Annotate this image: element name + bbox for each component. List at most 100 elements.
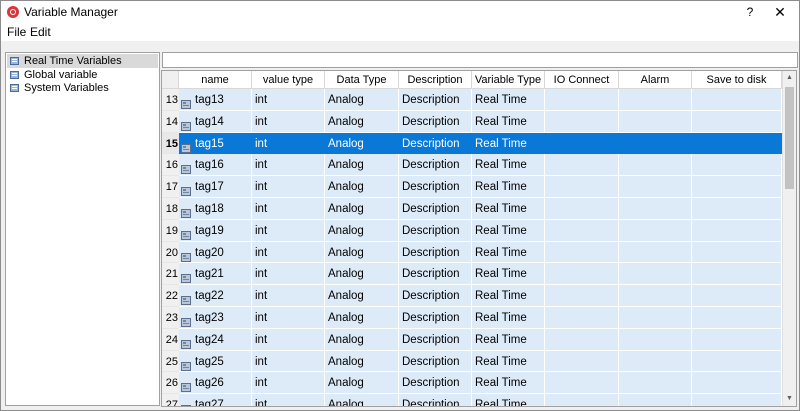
table-row[interactable]: 25 tag25 int Analog Description Real Time xyxy=(162,350,782,373)
cell-save[interactable] xyxy=(692,394,782,406)
column-header[interactable]: name xyxy=(179,71,252,89)
cell-data-type[interactable]: Analog xyxy=(325,176,399,198)
cell-data-type[interactable]: Analog xyxy=(325,263,399,286)
cell-io-connect[interactable] xyxy=(545,198,619,220)
column-header[interactable]: Save to disk xyxy=(692,71,782,89)
column-header[interactable]: value type xyxy=(252,71,325,89)
cell-alarm[interactable] xyxy=(619,241,692,264)
cell-value-type[interactable]: int xyxy=(252,285,325,307)
title-bar[interactable]: Variable Manager ? ✕ xyxy=(1,1,799,23)
cell-name[interactable]: tag19 xyxy=(179,219,252,242)
cell-description[interactable]: Description xyxy=(399,285,472,307)
cell-value-type[interactable]: int xyxy=(252,110,325,133)
row-number[interactable]: 16 xyxy=(162,154,179,177)
row-number[interactable]: 22 xyxy=(162,285,179,307)
cell-io-connect[interactable] xyxy=(545,176,619,198)
tree-item[interactable]: Real Time Variables xyxy=(7,54,158,68)
cell-name[interactable]: tag21 xyxy=(179,263,252,286)
cell-save[interactable] xyxy=(692,110,782,133)
cell-value-type[interactable]: int xyxy=(252,394,325,406)
cell-value-type[interactable]: int xyxy=(252,219,325,242)
cell-io-connect[interactable] xyxy=(545,110,619,133)
cell-name[interactable]: tag15 xyxy=(179,132,252,155)
row-number[interactable]: 23 xyxy=(162,307,179,329)
cell-value-type[interactable]: int xyxy=(252,307,325,329)
cell-description[interactable]: Description xyxy=(399,263,472,286)
cell-save[interactable] xyxy=(692,132,782,155)
cell-alarm[interactable] xyxy=(619,350,692,373)
cell-data-type[interactable]: Analog xyxy=(325,285,399,307)
cell-value-type[interactable]: int xyxy=(252,132,325,155)
cell-save[interactable] xyxy=(692,198,782,220)
cell-description[interactable]: Description xyxy=(399,89,472,111)
cell-save[interactable] xyxy=(692,219,782,242)
cell-variable-type[interactable]: Real Time xyxy=(472,350,545,373)
cell-save[interactable] xyxy=(692,328,782,351)
menu-edit[interactable]: Edit xyxy=(30,25,51,39)
cell-value-type[interactable]: int xyxy=(252,241,325,264)
cell-alarm[interactable] xyxy=(619,132,692,155)
cell-io-connect[interactable] xyxy=(545,307,619,329)
cell-save[interactable] xyxy=(692,176,782,198)
cell-variable-type[interactable]: Real Time xyxy=(472,241,545,264)
cell-data-type[interactable]: Analog xyxy=(325,394,399,406)
table-row[interactable]: 19 tag19 int Analog Description Real Time xyxy=(162,219,782,242)
cell-description[interactable]: Description xyxy=(399,394,472,406)
cell-value-type[interactable]: int xyxy=(252,372,325,395)
cell-data-type[interactable]: Analog xyxy=(325,89,399,111)
cell-name[interactable]: tag16 xyxy=(179,154,252,177)
cell-data-type[interactable]: Analog xyxy=(325,372,399,395)
menu-file[interactable]: File xyxy=(7,25,26,39)
cell-save[interactable] xyxy=(692,372,782,395)
cell-name[interactable]: tag24 xyxy=(179,328,252,351)
table-row[interactable]: 22 tag22 int Analog Description Real Time xyxy=(162,285,782,307)
cell-alarm[interactable] xyxy=(619,372,692,395)
cell-value-type[interactable]: int xyxy=(252,328,325,351)
cell-io-connect[interactable] xyxy=(545,263,619,286)
cell-description[interactable]: Description xyxy=(399,328,472,351)
scroll-up-icon[interactable]: ▲ xyxy=(783,71,796,85)
cell-variable-type[interactable]: Real Time xyxy=(472,263,545,286)
row-number[interactable]: 18 xyxy=(162,198,179,220)
cell-variable-type[interactable]: Real Time xyxy=(472,307,545,329)
cell-variable-type[interactable]: Real Time xyxy=(472,328,545,351)
row-number[interactable]: 26 xyxy=(162,372,179,395)
scroll-down-icon[interactable]: ▼ xyxy=(783,392,796,406)
cell-name[interactable]: tag25 xyxy=(179,350,252,373)
cell-value-type[interactable]: int xyxy=(252,176,325,198)
cell-save[interactable] xyxy=(692,89,782,111)
cell-io-connect[interactable] xyxy=(545,219,619,242)
cell-alarm[interactable] xyxy=(619,285,692,307)
cell-alarm[interactable] xyxy=(619,89,692,111)
table-row[interactable]: 13 tag13 int Analog Description Real Time xyxy=(162,89,782,111)
table-row[interactable]: 21 tag21 int Analog Description Real Time xyxy=(162,263,782,286)
cell-variable-type[interactable]: Real Time xyxy=(472,285,545,307)
cell-alarm[interactable] xyxy=(619,307,692,329)
cell-io-connect[interactable] xyxy=(545,154,619,177)
cell-description[interactable]: Description xyxy=(399,154,472,177)
cell-save[interactable] xyxy=(692,285,782,307)
cell-name[interactable]: tag13 xyxy=(179,89,252,111)
cell-variable-type[interactable]: Real Time xyxy=(472,372,545,395)
row-number[interactable]: 14 xyxy=(162,110,179,133)
cell-data-type[interactable]: Analog xyxy=(325,350,399,373)
cell-alarm[interactable] xyxy=(619,263,692,286)
cell-save[interactable] xyxy=(692,263,782,286)
cell-name[interactable]: tag27 xyxy=(179,394,252,406)
table-row[interactable]: 26 tag26 int Analog Description Real Time xyxy=(162,372,782,395)
row-number[interactable]: 21 xyxy=(162,263,179,286)
cell-value-type[interactable]: int xyxy=(252,350,325,373)
column-header[interactable]: Variable Type xyxy=(472,71,545,89)
cell-io-connect[interactable] xyxy=(545,132,619,155)
table-row[interactable]: 15 tag15 int Analog Description Real Time xyxy=(162,132,782,155)
cell-variable-type[interactable]: Real Time xyxy=(472,219,545,242)
cell-value-type[interactable]: int xyxy=(252,198,325,220)
cell-name[interactable]: tag18 xyxy=(179,198,252,220)
cell-data-type[interactable]: Analog xyxy=(325,241,399,264)
scroll-thumb[interactable] xyxy=(785,87,794,189)
tree-item[interactable]: System Variables xyxy=(7,81,158,95)
cell-variable-type[interactable]: Real Time xyxy=(472,394,545,406)
cell-description[interactable]: Description xyxy=(399,241,472,264)
cell-variable-type[interactable]: Real Time xyxy=(472,89,545,111)
table-row[interactable]: 16 tag16 int Analog Description Real Time xyxy=(162,154,782,177)
